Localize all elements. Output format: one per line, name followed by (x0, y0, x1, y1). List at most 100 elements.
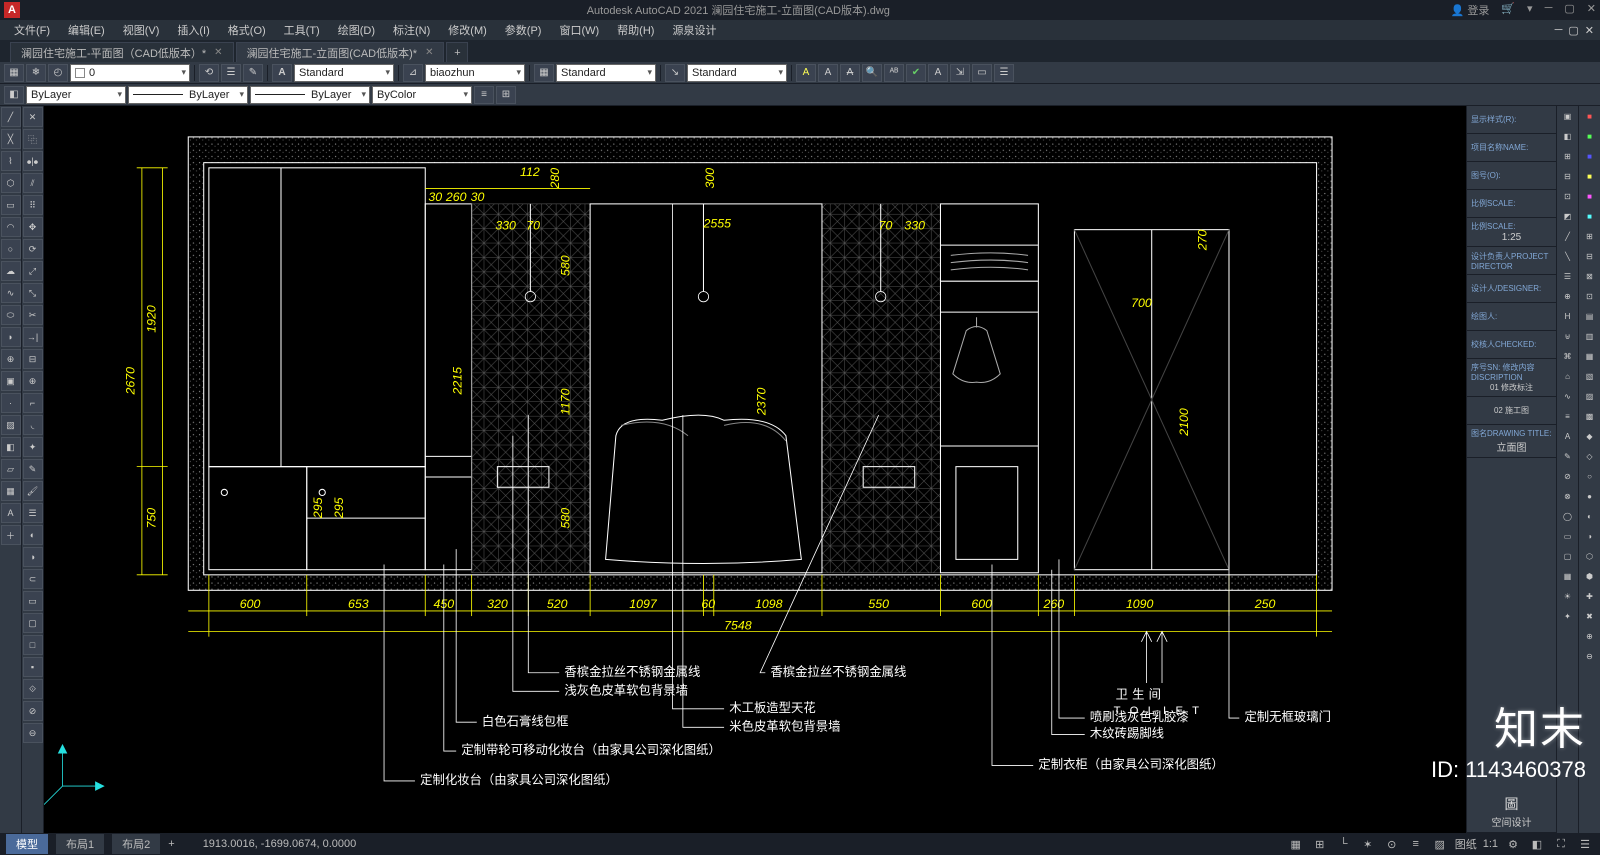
gradient-icon[interactable]: ◧ (1, 437, 21, 457)
layer-prev-icon[interactable]: ☰ (221, 64, 241, 82)
block-icon[interactable]: ▣ (1, 371, 21, 391)
break-icon[interactable]: ⊟ (23, 349, 43, 369)
rj24[interactable]: ⬢ (1581, 567, 1599, 585)
rj6[interactable]: ■ (1581, 207, 1599, 225)
table-style-icon[interactable]: ▦ (534, 64, 554, 82)
close-icon[interactable]: ✕ (425, 47, 433, 58)
rj13[interactable]: ▦ (1581, 347, 1599, 365)
menu-format[interactable]: 格式(O) (220, 20, 274, 40)
rj10[interactable]: ⊡ (1581, 287, 1599, 305)
rotate-icon[interactable]: ⟳ (23, 239, 43, 259)
more5-icon[interactable]: ▢ (23, 613, 43, 633)
mleader-style-icon[interactable]: ↘ (665, 64, 685, 82)
minimize-button[interactable]: ─ (1545, 2, 1553, 18)
ri8[interactable]: ╲ (1559, 247, 1577, 265)
ri23[interactable]: ▢ (1559, 547, 1577, 565)
text-a1-icon[interactable]: A (796, 64, 816, 82)
explode-icon[interactable]: ✦ (23, 437, 43, 457)
rectangle-icon[interactable]: ▭ (1, 195, 21, 215)
pencil-icon[interactable]: ✎ (23, 459, 43, 479)
extend-icon[interactable]: →| (23, 327, 43, 347)
rj25[interactable]: ✚ (1581, 587, 1599, 605)
text-a2-icon[interactable]: A (818, 64, 838, 82)
rj15[interactable]: ▨ (1581, 387, 1599, 405)
rj21[interactable]: ◐ (1581, 507, 1599, 525)
ri10[interactable]: ⊕ (1559, 287, 1577, 305)
text-style-icon[interactable]: A (272, 64, 292, 82)
status-paper[interactable]: 图纸 (1455, 836, 1477, 852)
text-a4-icon[interactable]: A (928, 64, 948, 82)
menu-draw[interactable]: 绘图(D) (330, 20, 383, 40)
rj20[interactable]: ● (1581, 487, 1599, 505)
ri9[interactable]: ☰ (1559, 267, 1577, 285)
layer-prop-icon[interactable]: ▦ (4, 64, 24, 82)
circle-icon[interactable]: ○ (1, 239, 21, 259)
ri25[interactable]: ☀ (1559, 587, 1577, 605)
ellipse-icon[interactable]: ⬭ (1, 305, 21, 325)
align-icon[interactable]: ☰ (23, 503, 43, 523)
ri24[interactable]: ▦ (1559, 567, 1577, 585)
login-icon[interactable]: 👤 登录 (1451, 2, 1490, 18)
rj27[interactable]: ⊕ (1581, 627, 1599, 645)
chamfer-icon[interactable]: ⌐ (23, 393, 43, 413)
ellipse-arc-icon[interactable]: ◗ (1, 327, 21, 347)
ri26[interactable]: ✦ (1559, 607, 1577, 625)
point-icon[interactable]: · (1, 393, 21, 413)
text-a3-icon[interactable]: A (840, 64, 860, 82)
check-icon[interactable]: ✔ (906, 64, 926, 82)
plotstyle-combo[interactable]: ByColor (372, 86, 472, 104)
menu-yuanquan[interactable]: 源泉设计 (664, 20, 724, 40)
rj14[interactable]: ▧ (1581, 367, 1599, 385)
ri20[interactable]: ⊗ (1559, 487, 1577, 505)
spell-icon[interactable]: ᴬᴮ (884, 64, 904, 82)
menu-tools[interactable]: 工具(T) (276, 20, 328, 40)
rj9[interactable]: ⊠ (1581, 267, 1599, 285)
addsel-icon[interactable]: ＋ (1, 525, 21, 545)
rj1[interactable]: ■ (1581, 107, 1599, 125)
array-icon[interactable]: ⠿ (23, 195, 43, 215)
arc-icon[interactable]: ◠ (1, 217, 21, 237)
menu-insert[interactable]: 插入(I) (169, 20, 217, 40)
ri5[interactable]: ⊡ (1559, 187, 1577, 205)
rj3[interactable]: ■ (1581, 147, 1599, 165)
cart-icon[interactable]: 🛒 (1501, 2, 1515, 18)
close-button[interactable]: ✕ (1587, 2, 1596, 18)
more2-icon[interactable]: ◑ (23, 547, 43, 567)
menu-dim[interactable]: 标注(N) (385, 20, 438, 40)
menu-file[interactable]: 文件(F) (6, 20, 58, 40)
ri12[interactable]: ⊎ (1559, 327, 1577, 345)
layer-states-icon[interactable]: ❄ (26, 64, 46, 82)
mini-minimize-button[interactable]: ─ (1555, 24, 1563, 37)
mleaderstyle-combo[interactable]: Standard (687, 64, 787, 82)
mtext-icon[interactable]: A (1, 503, 21, 523)
rj5[interactable]: ■ (1581, 187, 1599, 205)
erase-icon[interactable]: ✕ (23, 107, 43, 127)
status-iso-icon[interactable]: ◧ (1528, 835, 1546, 853)
make-current-icon[interactable]: ⟲ (199, 64, 219, 82)
menu-view[interactable]: 视图(V) (115, 20, 168, 40)
status-custom-icon[interactable]: ☰ (1576, 835, 1594, 853)
layer-combo[interactable]: 0 (70, 64, 190, 82)
more8-icon[interactable]: ⟐ (23, 679, 43, 699)
offset-icon[interactable]: ⫽ (23, 173, 43, 193)
new-tab-button[interactable]: + (446, 42, 468, 62)
join-icon[interactable]: ⊕ (23, 371, 43, 391)
menu-param[interactable]: 参数(P) (497, 20, 550, 40)
polyline-icon[interactable]: ⌇ (1, 151, 21, 171)
ri3[interactable]: ⊞ (1559, 147, 1577, 165)
ri22[interactable]: ▭ (1559, 527, 1577, 545)
more10-icon[interactable]: ⊖ (23, 723, 43, 743)
dim-style-icon[interactable]: ⊿ (403, 64, 423, 82)
scale-icon[interactable]: ⇲ (950, 64, 970, 82)
status-tab-add[interactable]: + (168, 838, 174, 850)
rj11[interactable]: ▤ (1581, 307, 1599, 325)
dimstyle-combo[interactable]: biaozhun (425, 64, 525, 82)
ri13[interactable]: ⌘ (1559, 347, 1577, 365)
menu-window[interactable]: 窗口(W) (551, 20, 607, 40)
maximize-button[interactable]: ▢ (1564, 2, 1574, 18)
ri2[interactable]: ◧ (1559, 127, 1577, 145)
move-icon[interactable]: ✥ (23, 217, 43, 237)
grid-icon[interactable]: ⊞ (496, 86, 516, 104)
match-icon[interactable]: ✎ (243, 64, 263, 82)
table-icon[interactable]: ▦ (1, 481, 21, 501)
